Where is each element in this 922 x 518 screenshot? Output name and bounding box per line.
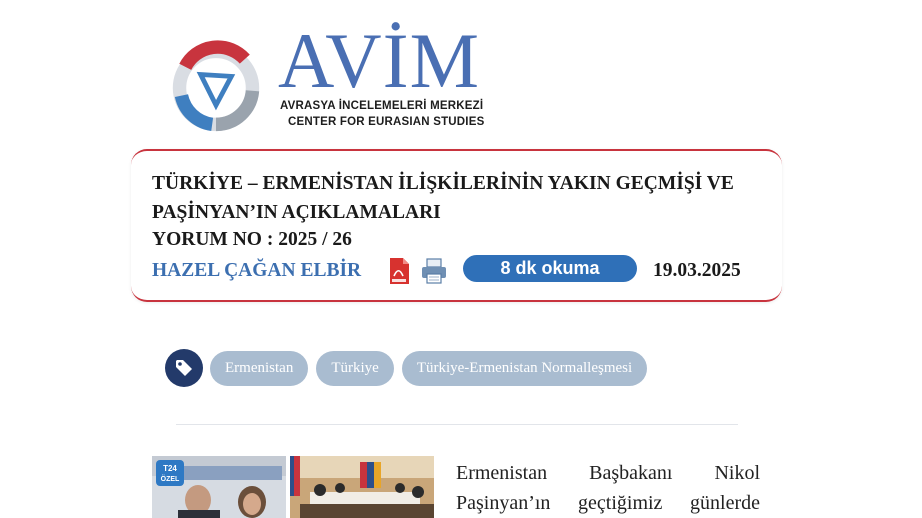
comment-number: YORUM NO : 2025 / 26 [152, 229, 352, 250]
article-photo-left: T24 ÖZEL [152, 456, 286, 518]
tag-normalization[interactable]: Türkiye-Ermenistan Normalleşmesi [401, 351, 648, 386]
brand-name: AVİM [278, 17, 480, 104]
tag-icon [165, 349, 203, 387]
article-photo-right [290, 456, 434, 518]
tag-ermenistan[interactable]: Ermenistan [210, 351, 309, 386]
tag-list: Ermenistan Türkiye Türkiye-Ermenistan No… [210, 351, 648, 386]
publish-date: 19.03.2025 [653, 260, 741, 281]
intro-line-2: Paşinyan’ın geçtiğimiz günlerde [456, 492, 760, 514]
article-intro-text: Ermenistan Başbakanı Nikol Paşinyan’ın g… [456, 458, 760, 518]
brand-subtitle-en: CENTER FOR EURASIAN STUDIES [288, 116, 485, 128]
reading-time-badge: 8 dk okuma [463, 255, 637, 282]
photo-pashinyan-image: T24 ÖZEL [152, 456, 286, 518]
section-divider [176, 424, 738, 425]
printer-icon[interactable] [420, 257, 448, 285]
site-logo[interactable]: AVİM AVRASYA İNCELEMELERİ MERKEZİ CENTER… [168, 17, 484, 136]
author-link[interactable]: HAZEL ÇAĞAN ELBİR [152, 260, 361, 282]
photo-meeting-image [290, 456, 434, 518]
article-header-card: TÜRKİYE – ERMENİSTAN İLİŞKİLERİNİN YAKIN… [131, 149, 782, 302]
tag-turkiye[interactable]: Türkiye [316, 351, 394, 386]
article-title: TÜRKİYE – ERMENİSTAN İLİŞKİLERİNİN YAKIN… [152, 173, 734, 223]
avim-emblem-icon [172, 40, 260, 132]
photo-badge-t24: T24 [163, 464, 177, 473]
photo-badge-ozel: ÖZEL [161, 474, 180, 483]
brand-subtitle-tr: AVRASYA İNCELEMELERİ MERKEZİ [280, 100, 484, 112]
intro-line-1: Ermenistan Başbakanı Nikol [456, 462, 760, 484]
pdf-icon[interactable] [388, 257, 410, 285]
tag-glyph-icon [176, 360, 192, 376]
